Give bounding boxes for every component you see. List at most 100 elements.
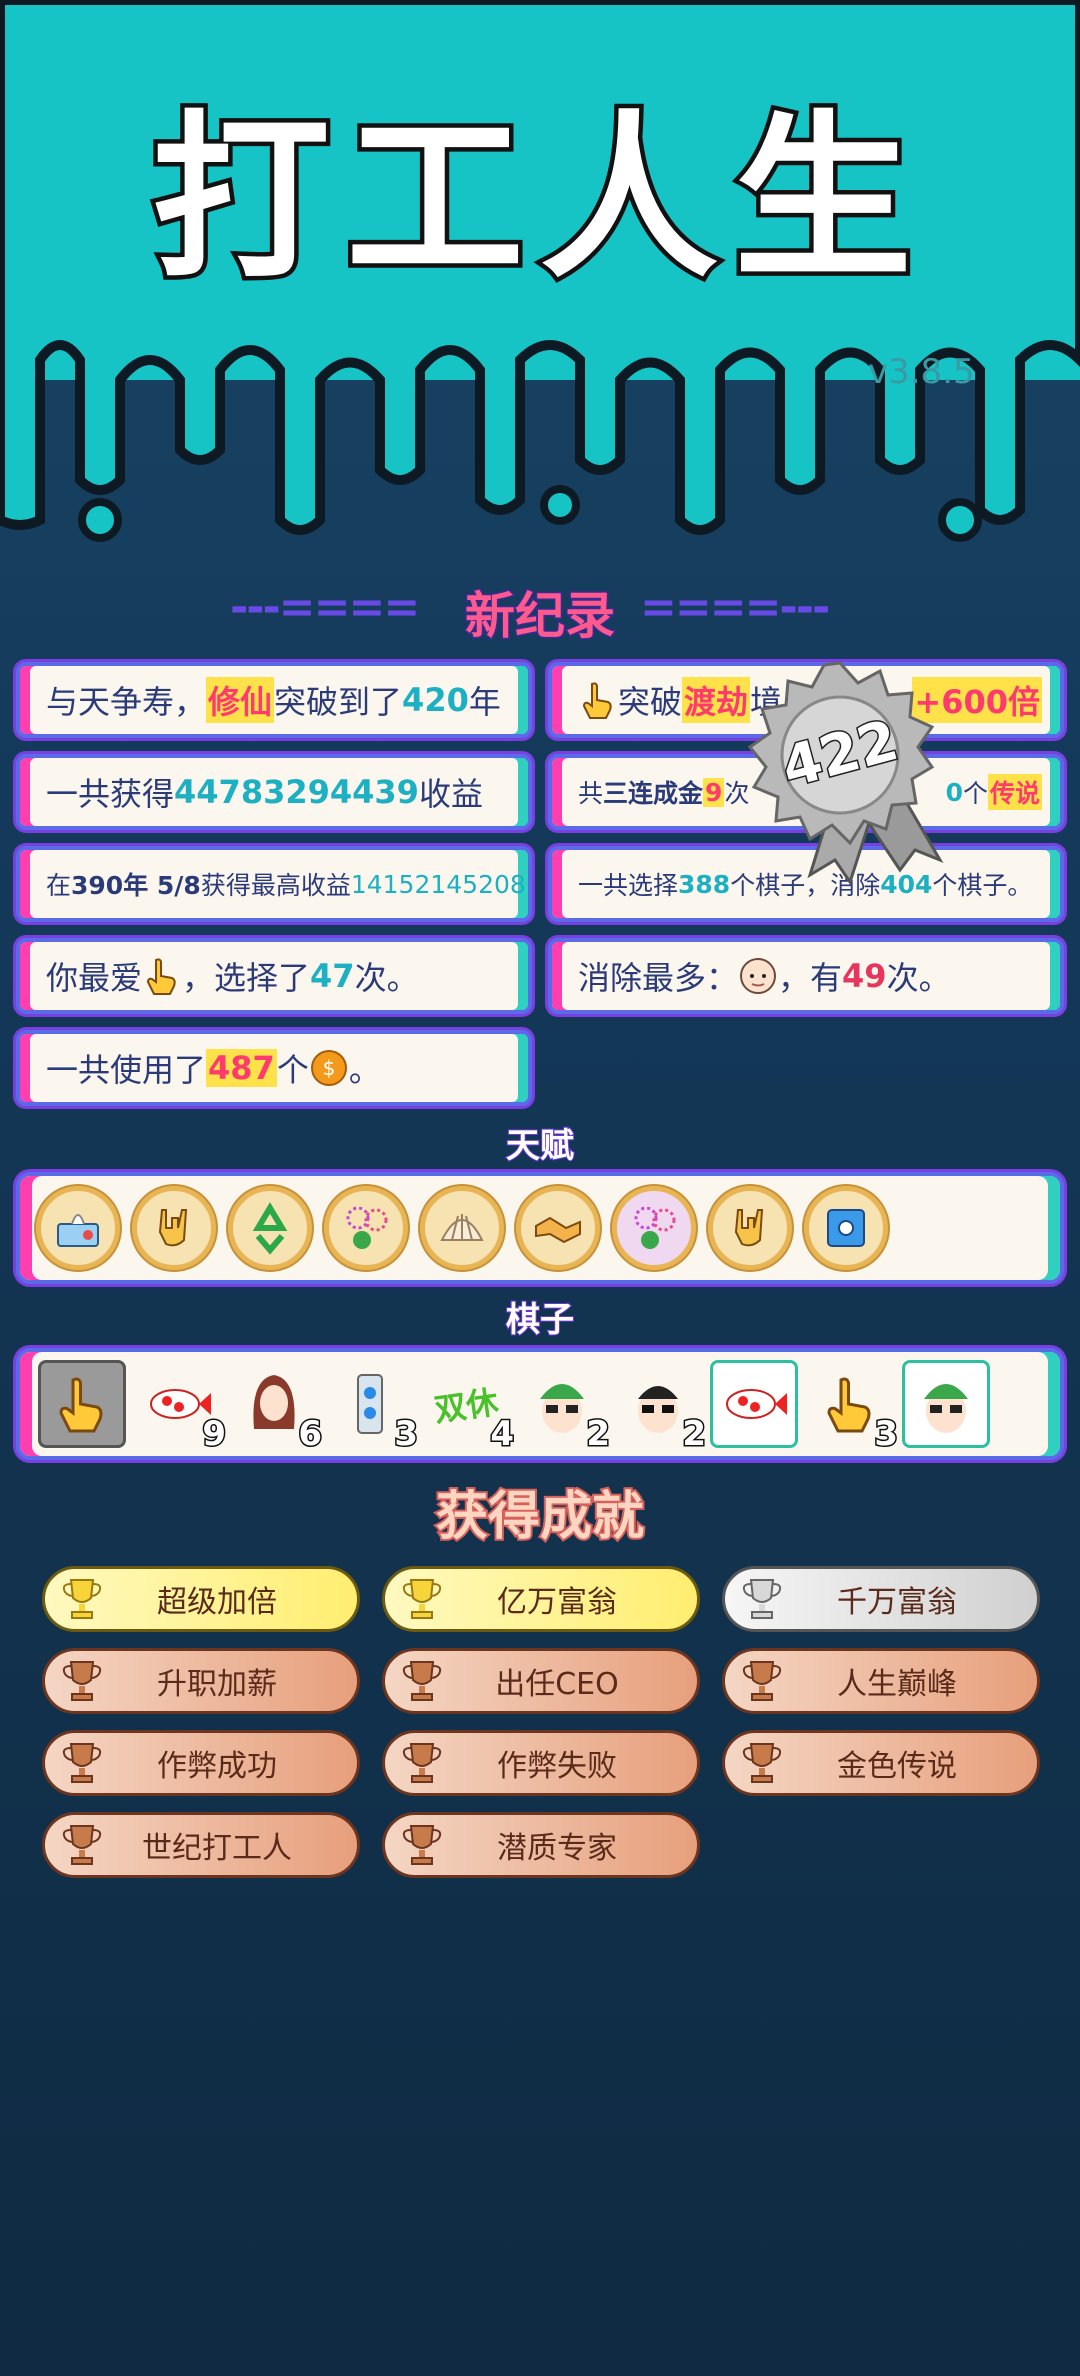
achievements-title: 获得成就	[434, 1485, 646, 1549]
section-deco-right: ====---	[640, 582, 830, 633]
koi-fish-icon[interactable]: 9	[134, 1360, 227, 1456]
achievement-label: 世纪打工人	[142, 1831, 292, 1866]
record-card-total-income: 一共获得 44783294439 收益	[16, 754, 532, 830]
achievement-label: 升职加薪	[157, 1667, 277, 1702]
achievement-badge[interactable]: 作弊失败	[382, 1730, 700, 1796]
trophy-icon	[742, 1743, 782, 1783]
record-text: 突破	[618, 683, 683, 721]
fireworks-icon[interactable]	[324, 1186, 408, 1270]
achievement-badge[interactable]: 世纪打工人	[42, 1812, 360, 1878]
coin-icon: $	[310, 1050, 347, 1086]
safe-icon[interactable]	[804, 1186, 888, 1270]
record-value: 9	[703, 777, 725, 807]
achievement-badge[interactable]: 亿万富翁	[382, 1566, 700, 1632]
achievement-badge[interactable]: 人生巅峰	[722, 1648, 1040, 1714]
achievement-label: 金色传说	[837, 1749, 957, 1784]
achievement-label: 出任CEO	[495, 1667, 619, 1702]
record-text: ，有	[778, 959, 843, 997]
koi-fish-icon[interactable]	[710, 1360, 798, 1448]
record-value: 420	[402, 681, 469, 719]
record-text: 次。	[354, 959, 419, 997]
record-text: 在	[46, 871, 72, 900]
achievement-label: 作弊失败	[497, 1749, 617, 1784]
records-title: 新纪录	[464, 586, 617, 647]
pointer-hand-icon[interactable]	[38, 1360, 126, 1448]
record-text: 次。	[886, 959, 951, 997]
record-text: ，选择了	[182, 959, 311, 997]
piece-count: 3	[393, 1413, 420, 1456]
record-bold: 390年 5/8	[71, 871, 201, 900]
record-card-coins-used: 一共使用了 487 个 $ 。	[16, 1030, 532, 1106]
record-value: 14152145208	[350, 869, 526, 899]
record-text: 。	[348, 1051, 381, 1089]
tissue-icon[interactable]	[36, 1186, 120, 1270]
girl-avatar-icon[interactable]: 6	[230, 1360, 323, 1456]
record-value: 388	[678, 869, 731, 899]
achievements-grid: 超级加倍 亿万富翁 千万富翁升职加薪 出任CEO 人生巅峰作弊成功 作弊失败 金色传说世纪打…	[42, 1566, 1042, 1878]
record-card-best-income: 在 390年 5/8 获得最高收益 14152145208	[16, 846, 532, 922]
piece-count: 4	[489, 1413, 516, 1456]
trophy-icon	[742, 1661, 782, 1701]
achievement-badge[interactable]: 出任CEO	[382, 1648, 700, 1714]
sunglasses-man-icon[interactable]: 2	[614, 1360, 707, 1456]
pointer-hand-icon[interactable]: 3	[806, 1360, 899, 1456]
version-label: v3.8.5	[868, 352, 975, 392]
record-highlight: 传说	[987, 774, 1042, 810]
record-card-most-eliminated: 消除最多： ，有 49 次。	[548, 938, 1064, 1014]
record-text: 一共获得	[46, 775, 175, 813]
achievement-badge[interactable]: 千万富翁	[722, 1566, 1040, 1632]
achievement-label: 超级加倍	[157, 1585, 277, 1620]
trophy-icon	[402, 1579, 442, 1619]
record-text: 个	[276, 1051, 309, 1089]
trophy-icon	[402, 1661, 442, 1701]
record-text: 与天争寿，	[46, 683, 207, 721]
record-value: 49	[842, 957, 887, 995]
achievement-label: 千万富翁	[837, 1585, 957, 1620]
piece-count: 9	[201, 1413, 228, 1456]
pointer-hand-icon	[147, 958, 176, 995]
pieces-title: 棋子	[505, 1299, 575, 1341]
record-text: 个	[962, 779, 988, 808]
achievement-badge[interactable]: 金色传说	[722, 1730, 1040, 1796]
green-hat-man-icon[interactable]	[902, 1360, 990, 1448]
achievement-badge[interactable]: 超级加倍	[42, 1566, 360, 1632]
record-card-favorite: 你最爱 ，选择了 47 次。	[16, 938, 532, 1014]
record-text: 收益	[418, 775, 483, 813]
green-hat-man-icon[interactable]: 2	[518, 1360, 611, 1456]
snowflake-can-icon[interactable]: 3	[326, 1360, 419, 1456]
achievement-badge[interactable]: 潜质专家	[382, 1812, 700, 1878]
piece-count: 3	[873, 1413, 900, 1456]
rock-hand-icon[interactable]	[132, 1186, 216, 1270]
record-value: 44783294439	[174, 773, 419, 811]
trophy-icon	[62, 1661, 102, 1701]
svg-text:$: $	[322, 1056, 335, 1080]
trophy-icon	[402, 1825, 442, 1865]
record-text: 突破到了	[274, 683, 403, 721]
talents-list	[36, 1186, 888, 1270]
record-card-cultivation: 与天争寿， 修仙 突破到了 420 年	[16, 662, 532, 738]
achievement-label: 亿万富翁	[497, 1585, 617, 1620]
rock-hand-icon[interactable]	[708, 1186, 792, 1270]
game-title: 打工人生	[148, 95, 928, 302]
achievement-label: 人生巅峰	[837, 1667, 957, 1702]
recycle-icon[interactable]	[228, 1186, 312, 1270]
record-text: 获得最高收益	[200, 871, 351, 900]
handshake-icon[interactable]	[516, 1186, 600, 1270]
trophy-icon	[62, 1743, 102, 1783]
record-text: 一共使用了	[46, 1051, 207, 1089]
record-text: 消除最多：	[578, 959, 739, 997]
achievement-badge[interactable]: 作弊成功	[42, 1730, 360, 1796]
fireworks-icon[interactable]	[612, 1186, 696, 1270]
record-value: 47	[310, 957, 355, 995]
talents-title: 天赋	[505, 1125, 575, 1167]
record-value: 487	[206, 1049, 277, 1087]
piece-count: 6	[297, 1413, 324, 1456]
trophy-icon	[62, 1825, 102, 1865]
pieces-list: 9 6 3 双休 4 2 2 3	[38, 1360, 990, 1456]
double-rest-icon[interactable]: 双休 4	[422, 1360, 516, 1456]
shell-icon[interactable]	[420, 1186, 504, 1270]
trophy-icon	[62, 1579, 102, 1619]
trophy-icon	[742, 1579, 782, 1619]
record-text: 你最爱	[46, 959, 143, 997]
achievement-badge[interactable]: 升职加薪	[42, 1648, 360, 1714]
